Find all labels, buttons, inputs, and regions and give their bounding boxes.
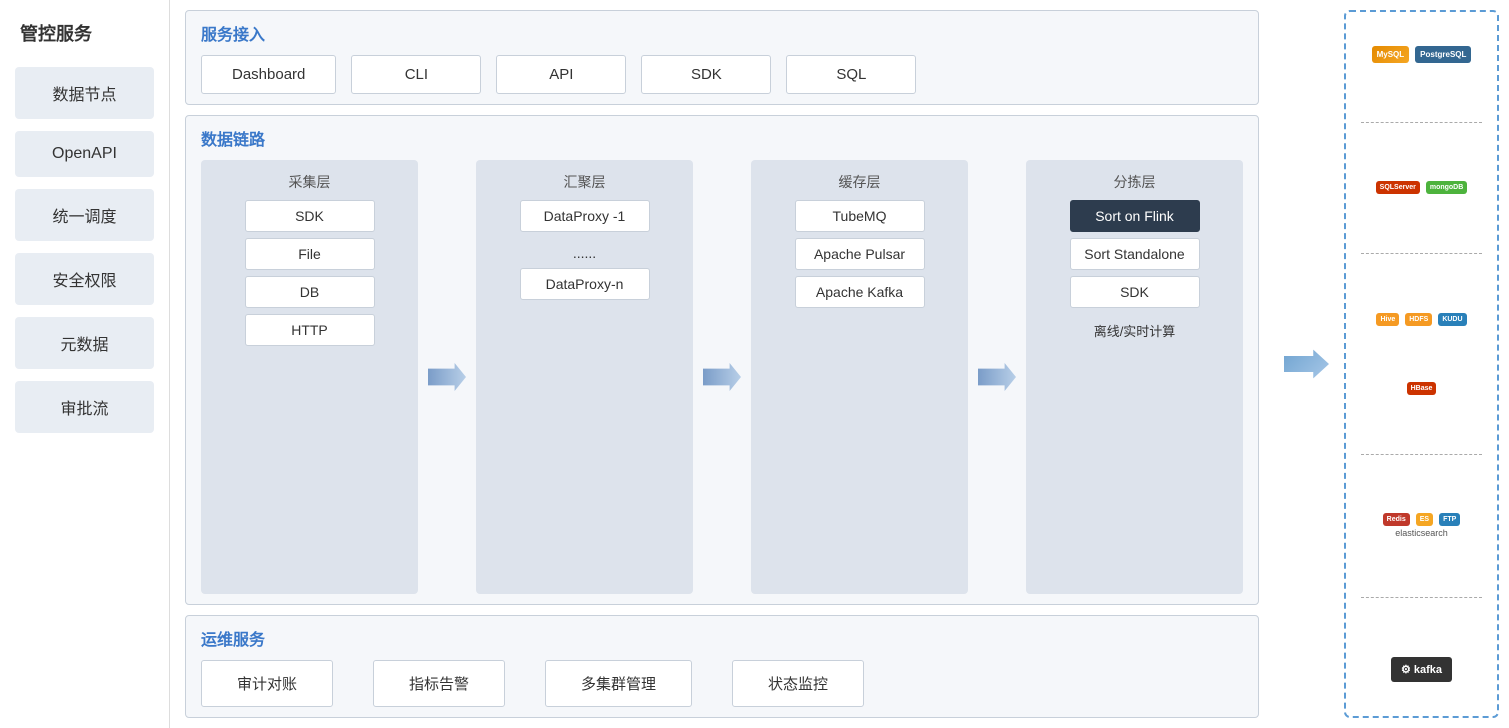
logo-group-storage: Redis ES FTP elasticsearch (1354, 513, 1489, 538)
sidebar-item-openapi[interactable]: OpenAPI (15, 131, 154, 177)
logo-group-kafka: ⚙ kafka (1354, 657, 1489, 682)
sep-4 (1361, 597, 1483, 598)
data-chain-layers: 采集层 SDK File DB HTTP 汇聚层 DataProxy -1 ..… (201, 160, 1243, 594)
sidebar-item-security[interactable]: 安全权限 (15, 253, 154, 305)
cache-layer-title: 缓存层 (839, 172, 881, 192)
sidebar: 管控服务 数据节点 OpenAPI 统一调度 安全权限 元数据 审批流 (0, 0, 170, 728)
sqlserver-logo: SQLServer (1376, 181, 1420, 194)
ops-section: 运维服务 审计对账 指标告警 多集群管理 状态监控 (185, 615, 1259, 718)
arrow-collect-to-aggregate (428, 160, 466, 594)
kudu-logo: KUDU (1438, 313, 1466, 326)
es-logo: ES (1416, 513, 1433, 526)
data-chain-section: 数据链路 采集层 SDK File DB HTTP 汇聚层 DataProxy … (185, 115, 1259, 605)
cache-apache-pulsar: Apache Pulsar (795, 238, 925, 270)
hdfs-logo: HDFS (1405, 313, 1432, 326)
ops-monitor: 状态监控 (732, 660, 864, 707)
sep-2 (1361, 253, 1483, 254)
logo-group-hbase: HBase (1354, 382, 1489, 395)
collect-sdk: SDK (245, 200, 375, 232)
service-sql: SQL (786, 55, 916, 94)
cache-tubemq: TubeMQ (795, 200, 925, 232)
ftp-logo: FTP (1439, 513, 1460, 526)
data-chain-title: 数据链路 (201, 126, 1243, 150)
sort-offline-realtime: 离线/实时计算 (1070, 314, 1200, 347)
aggregate-dots: ...... (520, 238, 650, 268)
collect-db: DB (245, 276, 375, 308)
sort-sdk: SDK (1070, 276, 1200, 308)
service-dashboard: Dashboard (201, 55, 336, 94)
tech-logos-panel: MySQL PostgreSQL SQLServer mongoDB Hive … (1344, 10, 1499, 718)
mysql-logo: MySQL (1372, 46, 1410, 63)
logo-group-db2: SQLServer mongoDB (1354, 181, 1489, 194)
collect-layer-title: 采集层 (289, 172, 331, 192)
sidebar-item-data-node[interactable]: 数据节点 (15, 67, 154, 119)
collect-file: File (245, 238, 375, 270)
service-input-title: 服务接入 (201, 21, 1243, 45)
service-input-row: Dashboard CLI API SDK SQL (201, 55, 1243, 94)
hbase-logo: HBase (1407, 382, 1437, 395)
aggregate-layer-title: 汇聚层 (564, 172, 606, 192)
sidebar-item-unified-schedule[interactable]: 统一调度 (15, 189, 154, 241)
aggregate-layer: 汇聚层 DataProxy -1 ...... DataProxy-n (476, 160, 693, 594)
logo-group-hadoop: Hive HDFS KUDU (1354, 313, 1489, 326)
collect-http: HTTP (245, 314, 375, 346)
ops-alert: 指标告警 (373, 660, 505, 707)
sort-standalone: Sort Standalone (1070, 238, 1200, 270)
service-api: API (496, 55, 626, 94)
pg-logo: PostgreSQL (1415, 46, 1471, 63)
ops-title: 运维服务 (201, 626, 1243, 650)
sidebar-item-approval[interactable]: 审批流 (15, 381, 154, 433)
arrow-cache-to-sort (978, 160, 1016, 594)
sep-1 (1361, 122, 1483, 123)
sep-3 (1361, 454, 1483, 455)
hive-logo: Hive (1376, 313, 1399, 326)
es-label: elasticsearch (1395, 528, 1448, 538)
kafka-logo: ⚙ kafka (1391, 657, 1452, 682)
redis-logo: Redis (1383, 513, 1410, 526)
cache-layer: 缓存层 TubeMQ Apache Pulsar Apache Kafka (751, 160, 968, 594)
service-sdk: SDK (641, 55, 771, 94)
ops-row: 审计对账 指标告警 多集群管理 状态监控 (201, 660, 1243, 707)
sort-flink: Sort on Flink (1070, 200, 1200, 232)
sidebar-item-metadata[interactable]: 元数据 (15, 317, 154, 369)
ops-cluster: 多集群管理 (545, 660, 692, 707)
service-input-section: 服务接入 Dashboard CLI API SDK SQL (185, 10, 1259, 105)
ops-audit: 审计对账 (201, 660, 333, 707)
service-cli: CLI (351, 55, 481, 94)
collect-layer: 采集层 SDK File DB HTTP (201, 160, 418, 594)
sidebar-title: 管控服务 (0, 10, 169, 61)
aggregate-dataproxyn: DataProxy-n (520, 268, 650, 300)
arrow-aggregate-to-cache (703, 160, 741, 594)
arrow-to-tech (1274, 0, 1339, 728)
sort-layer: 分拣层 Sort on Flink Sort Standalone SDK 离线… (1026, 160, 1243, 594)
sort-layer-title: 分拣层 (1114, 172, 1156, 192)
aggregate-dataproxy1: DataProxy -1 (520, 200, 650, 232)
cache-apache-kafka: Apache Kafka (795, 276, 925, 308)
main-content: 服务接入 Dashboard CLI API SDK SQL 数据链路 采集层 … (170, 0, 1274, 728)
mongodb-logo: mongoDB (1426, 181, 1467, 194)
logo-group-db1: MySQL PostgreSQL (1354, 46, 1489, 63)
